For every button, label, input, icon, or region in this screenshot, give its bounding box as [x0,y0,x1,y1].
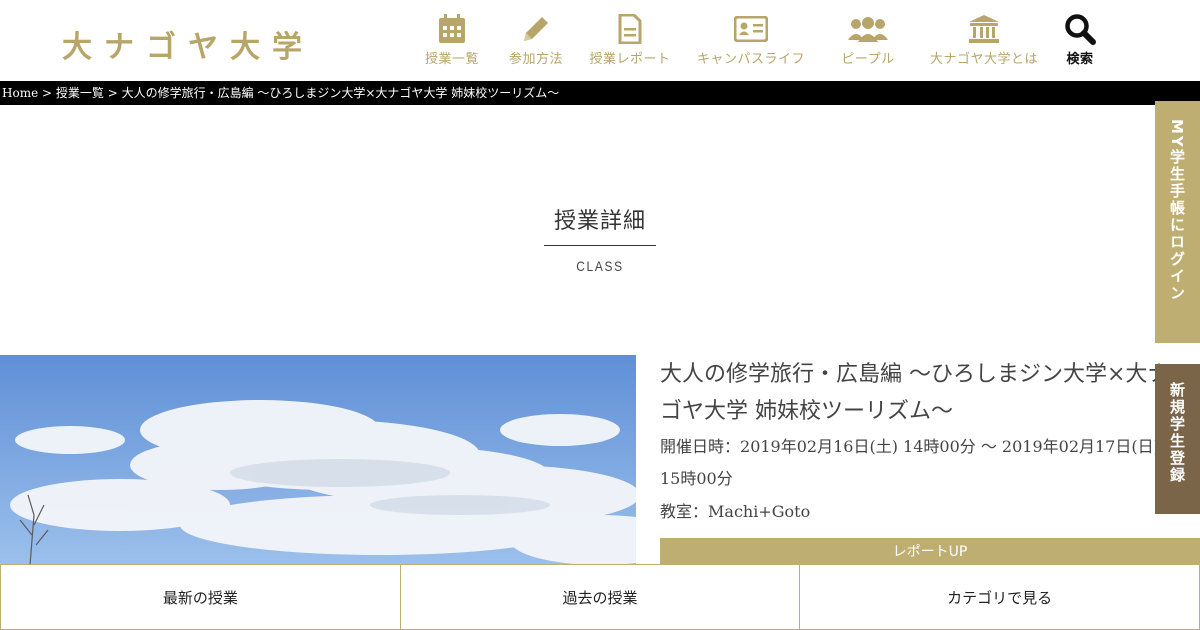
nav-how-to-join[interactable]: 参加方法 [492,12,580,67]
nav-search[interactable]: 検索 [1054,12,1106,67]
section-heading: 授業詳細 CLASS [0,203,1200,274]
class-room-value: Machi+Goto [708,502,811,521]
latest-classes-button[interactable]: 最新の授業 [0,564,401,630]
breadcrumb-class-list[interactable]: 授業一覧 [56,86,104,100]
breadcrumb-current: 大人の修学旅行・広島編 〜ひろしまジン大学×大ナゴヤ大学 姉妹校ツーリズム〜 [121,86,560,100]
report-badge: レポートUP [660,538,1200,566]
nav-campus-life[interactable]: キャンパスライフ [680,12,822,67]
side-register-tab[interactable]: 新規学生登録 [1155,364,1200,514]
class-title[interactable]: 大人の修学旅行・広島編 〜ひろしまジン大学×大ナゴヤ大学 姉妹校ツーリズム〜 [660,356,1180,430]
document-icon [618,12,642,46]
class-room-label: 教室： [660,502,709,521]
nav-about[interactable]: 大ナゴヤ大学とは [914,12,1054,67]
nav-label: 大ナゴヤ大学とは [929,52,1038,67]
class-date: 開催日時：2019年02月16日(土) 14時00分 ～ 2019年02月17日… [660,431,1180,495]
people-icon [847,12,889,46]
breadcrumb-home[interactable]: Home [2,86,38,100]
class-photo[interactable] [0,355,636,565]
nav-class-report[interactable]: 授業レポート [580,12,680,67]
side-register-label: 新規学生登録 [1168,382,1186,484]
nav-label: 授業レポート [589,52,671,67]
site-logo[interactable]: 大ナゴヤ大学 [62,22,314,66]
page-title: 授業詳細 [543,203,656,246]
nav-label: 参加方法 [508,52,563,67]
pencil-icon [520,12,552,46]
page-subtitle: CLASS [576,258,624,274]
search-icon [1064,12,1096,46]
nav-label: ピープル [841,52,895,67]
nav-label: 授業一覧 [424,52,479,67]
nav-class-list[interactable]: 授業一覧 [412,12,492,67]
nav-label: 検索 [1066,52,1094,67]
sky-photo-image [0,355,636,565]
breadcrumb-separator: > [103,86,122,100]
side-login-label: MY学生手帳にログイン [1168,119,1186,302]
site-header: 大ナゴヤ大学 授業一覧 参加方法 授業レポート キャンパスライフ ピープル 大ナ… [0,0,1200,81]
nav-label: キャンパスライフ [696,52,805,67]
bottom-nav: 最新の授業 過去の授業 カテゴリで見る [0,564,1200,630]
breadcrumb-separator: > [38,86,56,100]
nav-people[interactable]: ピープル [822,12,914,67]
university-icon [968,12,1000,46]
main-nav: 授業一覧 参加方法 授業レポート キャンパスライフ ピープル 大ナゴヤ大学とは … [412,12,1106,67]
calendar-icon [438,12,466,46]
category-button[interactable]: カテゴリで見る [800,564,1200,630]
id-card-icon [734,12,768,46]
class-detail: 大人の修学旅行・広島編 〜ひろしまジン大学×大ナゴヤ大学 姉妹校ツーリズム〜 開… [660,355,1180,528]
class-room: 教室：Machi+Goto [660,496,1180,528]
breadcrumb: Home > 授業一覧 > 大人の修学旅行・広島編 〜ひろしまジン大学×大ナゴヤ… [0,81,1200,105]
side-login-tab[interactable]: MY学生手帳にログイン [1155,101,1200,343]
past-classes-button[interactable]: 過去の授業 [400,564,801,630]
class-date-label: 開催日時： [660,437,741,456]
